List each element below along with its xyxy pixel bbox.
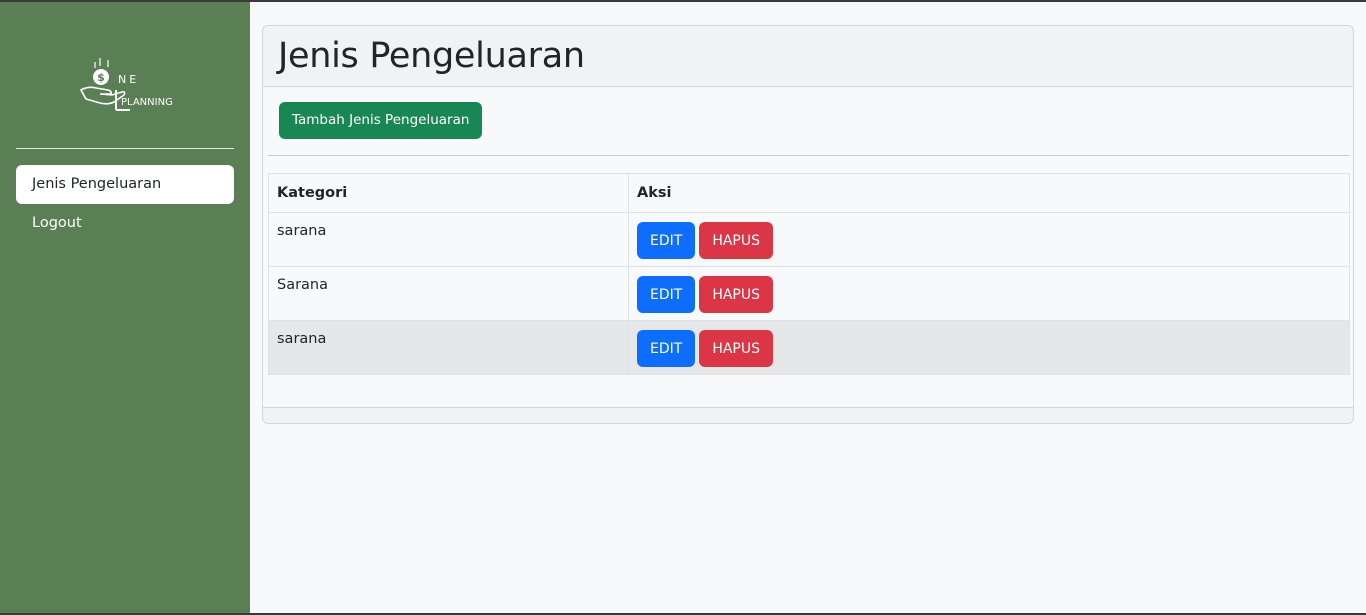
actions-cell: EDIT HAPUS <box>628 212 1350 267</box>
sidebar-item-jenis-pengeluaran[interactable]: Jenis Pengeluaran <box>16 165 234 204</box>
table-row: Sarana EDIT HAPUS <box>268 266 1350 321</box>
logo-text-bottom: PLANNING <box>121 97 173 108</box>
page-title: Jenis Pengeluaran <box>278 36 585 76</box>
add-category-button[interactable]: Tambah Jenis Pengeluaran <box>279 102 483 139</box>
card-header: Jenis Pengeluaran <box>263 26 1353 87</box>
delete-button[interactable]: HAPUS <box>699 330 773 367</box>
delete-button[interactable]: HAPUS <box>699 276 773 313</box>
card-footer <box>263 407 1353 423</box>
svg-text:$: $ <box>97 71 105 84</box>
actions-cell: EDIT HAPUS <box>628 320 1350 375</box>
edit-button[interactable]: EDIT <box>637 276 696 313</box>
category-table: Kategori Aksi sarana EDIT HAPUS Sarana E… <box>268 173 1350 375</box>
content-card: Jenis Pengeluaran Tambah Jenis Pengeluar… <box>262 25 1354 424</box>
delete-button[interactable]: HAPUS <box>699 222 773 259</box>
column-header-kategori: Kategori <box>268 173 629 213</box>
column-header-aksi: Aksi <box>628 173 1350 213</box>
sidebar-divider <box>16 148 234 149</box>
kategori-cell: sarana <box>268 212 629 267</box>
kategori-cell: sarana <box>268 320 629 375</box>
logo-text-top: NE <box>118 73 139 86</box>
table-row: sarana EDIT HAPUS <box>268 320 1350 375</box>
one-planning-logo: $ NE PLANNING <box>79 58 173 111</box>
sidebar: $ NE PLANNING Jenis Pengeluaran Logout <box>0 2 250 613</box>
actions-cell: EDIT HAPUS <box>628 266 1350 321</box>
edit-button[interactable]: EDIT <box>637 222 696 259</box>
content-divider <box>268 155 1350 156</box>
table-header-row: Kategori Aksi <box>268 173 1350 213</box>
edit-button[interactable]: EDIT <box>637 330 696 367</box>
sidebar-item-logout[interactable]: Logout <box>16 204 234 243</box>
kategori-cell: Sarana <box>268 266 629 321</box>
table-row: sarana EDIT HAPUS <box>268 212 1350 267</box>
